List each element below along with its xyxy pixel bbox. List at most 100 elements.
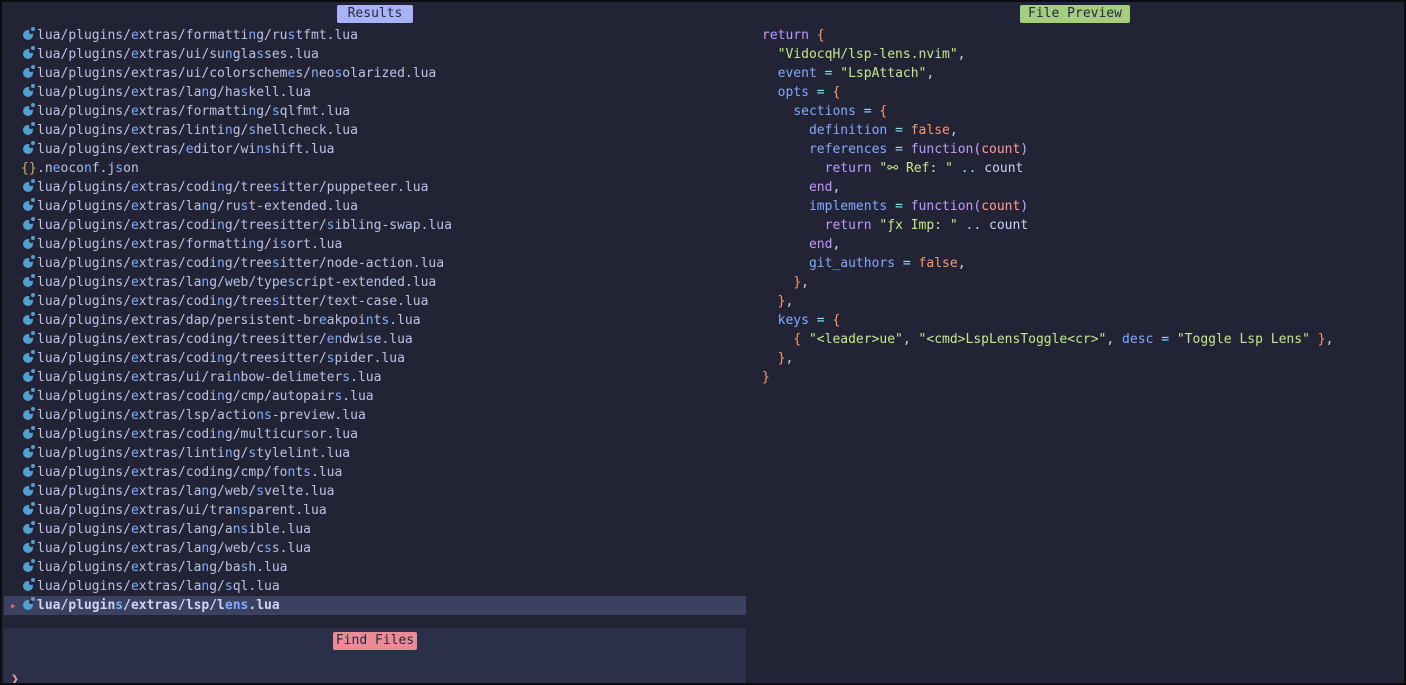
code-line: }, (746, 292, 1404, 311)
lua-file-icon (23, 125, 33, 135)
result-path: lua/plugins/extras/coding/treesitter/sib… (37, 218, 452, 233)
result-item[interactable]: lua/plugins/extras/coding/treesitter/spi… (4, 349, 746, 368)
code-line: end, (746, 178, 1404, 197)
result-item[interactable]: lua/plugins/extras/dap/persistent-breakp… (4, 311, 746, 330)
result-item[interactable]: lua/plugins/extras/lang/web/svelte.lua (4, 482, 746, 501)
result-item[interactable]: lua/plugins/extras/linting/stylelint.lua (4, 444, 746, 463)
result-path: lua/plugins/extras/ui/colorschemes/neoso… (37, 66, 436, 81)
code-line: return "⚯ Ref: " .. count (746, 159, 1404, 178)
result-path: lua/plugins/extras/coding/cmp/autopairs.… (37, 389, 374, 404)
result-item[interactable]: lua/plugins/extras/formatting/sqlfmt.lua (4, 102, 746, 121)
result-path: lua/plugins/extras/dap/persistent-breakp… (37, 313, 421, 328)
result-item[interactable]: lua/plugins/extras/lsp/actions-preview.l… (4, 406, 746, 425)
telescope-find-files-window: Results File Preview lua/plugins/extras/… (0, 0, 1406, 685)
result-item[interactable]: {}.neoconf.json (4, 159, 746, 178)
result-item[interactable]: lua/plugins/extras/ui/transparent.lua (4, 501, 746, 520)
lua-file-icon (23, 201, 33, 211)
result-item[interactable]: lua/plugins/extras/editor/winshift.lua (4, 140, 746, 159)
code-line: }, (746, 349, 1404, 368)
result-item[interactable]: lua/plugins/extras/lang/sql.lua (4, 577, 746, 596)
prompt-window: Find Files ❯ ens 45 / 218 (4, 628, 746, 685)
lua-file-icon (23, 277, 33, 287)
result-path: lua/plugins/extras/formatting/isort.lua (37, 237, 342, 252)
lua-file-icon (23, 334, 33, 344)
lua-file-icon (23, 68, 33, 78)
code-line: references = function(count) (746, 140, 1404, 159)
preview-title-badge: File Preview (1020, 5, 1130, 23)
result-path: lua/plugins/extras/formatting/rustfmt.lu… (37, 28, 358, 43)
results-title-badge: Results (337, 5, 414, 23)
results-list: lua/plugins/extras/formatting/rustfmt.lu… (4, 26, 746, 615)
lua-file-icon (23, 562, 33, 572)
lua-file-icon (23, 448, 33, 458)
result-item[interactable]: lua/plugins/extras/coding/treesitter/nod… (4, 254, 746, 273)
lua-file-icon (23, 353, 33, 363)
result-path: lua/plugins/extras/lang/web/svelte.lua (37, 484, 334, 499)
result-item[interactable]: lua/plugins/extras/lang/ansible.lua (4, 520, 746, 539)
code-line: end, (746, 235, 1404, 254)
result-item[interactable]: lua/plugins/extras/coding/treesitter/end… (4, 330, 746, 349)
result-path: lua/plugins/extras/coding/treesitter/spi… (37, 351, 405, 366)
result-path: lua/plugins/extras/lsp/lens.lua (37, 598, 280, 613)
lua-file-icon (23, 600, 33, 610)
selection-caret-icon: ▸ (10, 596, 17, 615)
result-item[interactable]: lua/plugins/extras/lang/haskell.lua (4, 83, 746, 102)
result-item[interactable]: lua/plugins/extras/coding/cmp/autopairs.… (4, 387, 746, 406)
result-path: lua/plugins/extras/coding/multicursor.lu… (37, 427, 358, 442)
result-item[interactable]: lua/plugins/extras/coding/treesitter/pup… (4, 178, 746, 197)
json-file-icon: {} (21, 159, 37, 178)
result-item[interactable]: lua/plugins/extras/linting/shellcheck.lu… (4, 121, 746, 140)
preview-code: return { "VidocqH/lsp-lens.nvim", event … (746, 26, 1404, 387)
code-line: sections = { (746, 102, 1404, 121)
result-path: lua/plugins/extras/linting/stylelint.lua (37, 446, 350, 461)
result-path: lua/plugins/extras/lang/haskell.lua (37, 85, 311, 100)
result-item[interactable]: lua/plugins/extras/coding/treesitter/tex… (4, 292, 746, 311)
code-line: } (746, 368, 1404, 387)
lua-file-icon (23, 372, 33, 382)
prompt-title-row: Find Files (4, 632, 746, 650)
lua-file-icon (23, 182, 33, 192)
result-path: lua/plugins/extras/lsp/actions-preview.l… (37, 408, 366, 423)
result-item[interactable]: lua/plugins/extras/coding/treesitter/sib… (4, 216, 746, 235)
lua-file-icon (23, 315, 33, 325)
lua-file-icon (23, 467, 33, 477)
result-item[interactable]: lua/plugins/extras/ui/colorschemes/neoso… (4, 64, 746, 83)
result-path: lua/plugins/extras/formatting/sqlfmt.lua (37, 104, 350, 119)
code-line: definition = false, (746, 121, 1404, 140)
lua-file-icon (23, 391, 33, 401)
result-item[interactable]: lua/plugins/extras/lang/rust-extended.lu… (4, 197, 746, 216)
result-item[interactable]: lua/plugins/extras/formatting/rustfmt.lu… (4, 26, 746, 45)
result-path: lua/plugins/extras/lang/bash.lua (37, 560, 288, 575)
result-item[interactable]: lua/plugins/extras/lang/bash.lua (4, 558, 746, 577)
result-path: lua/plugins/extras/lang/web/css.lua (37, 541, 311, 556)
preview-title-row: File Preview (746, 5, 1404, 23)
result-item[interactable]: lua/plugins/extras/ui/rainbow-delimeters… (4, 368, 746, 387)
lua-file-icon (23, 220, 33, 230)
result-item[interactable]: lua/plugins/extras/lang/web/css.lua (4, 539, 746, 558)
result-item[interactable]: ▸ lua/plugins/extras/lsp/lens.lua (4, 596, 746, 615)
result-item[interactable]: lua/plugins/extras/formatting/isort.lua (4, 235, 746, 254)
result-path: lua/plugins/extras/linting/shellcheck.lu… (37, 123, 358, 138)
lua-file-icon (23, 258, 33, 268)
code-line: opts = { (746, 83, 1404, 102)
result-path: lua/plugins/extras/coding/cmp/fonts.lua (37, 465, 342, 480)
lua-file-icon (23, 106, 33, 116)
result-item[interactable]: lua/plugins/extras/ui/sunglasses.lua (4, 45, 746, 64)
code-line: event = "LspAttach", (746, 64, 1404, 83)
result-item[interactable]: lua/plugins/extras/coding/cmp/fonts.lua (4, 463, 746, 482)
lua-file-icon (23, 581, 33, 591)
result-item[interactable]: lua/plugins/extras/coding/multicursor.lu… (4, 425, 746, 444)
lua-file-icon (23, 505, 33, 515)
lua-file-icon (23, 296, 33, 306)
result-path: lua/plugins/extras/lang/sql.lua (37, 579, 280, 594)
result-path: lua/plugins/extras/coding/treesitter/tex… (37, 294, 428, 309)
code-line: "VidocqH/lsp-lens.nvim", (746, 45, 1404, 64)
lua-file-icon (23, 239, 33, 249)
code-line: git_authors = false, (746, 254, 1404, 273)
lua-file-icon (23, 87, 33, 97)
result-item[interactable]: lua/plugins/extras/lang/web/typescript-e… (4, 273, 746, 292)
code-line: implements = function(count) (746, 197, 1404, 216)
result-path: lua/plugins/extras/coding/treesitter/nod… (37, 256, 444, 271)
lua-file-icon (23, 30, 33, 40)
prompt-input[interactable]: ❯ ens 45 / 218 (4, 651, 746, 670)
